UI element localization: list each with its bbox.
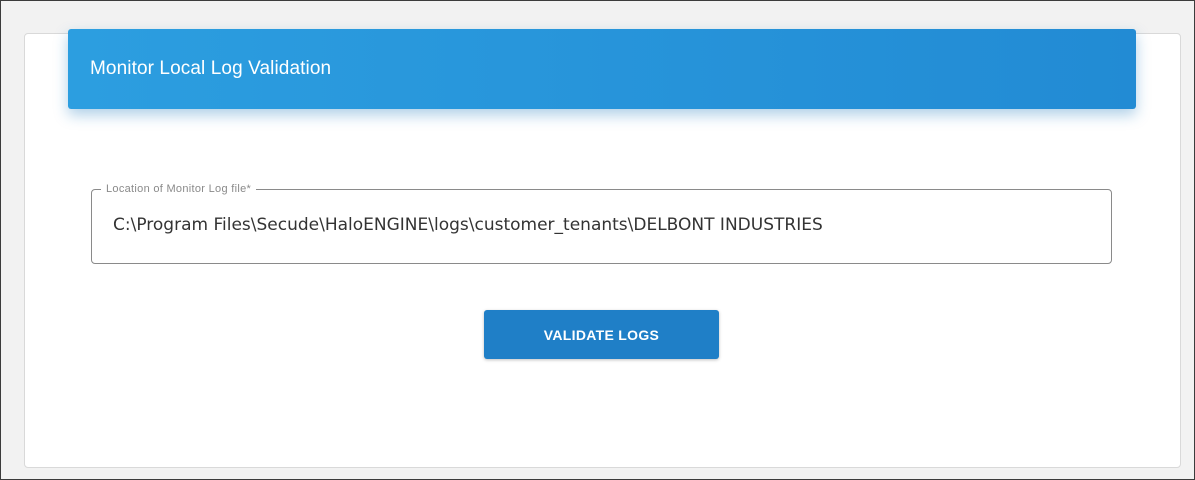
log-location-field[interactable]: Location of Monitor Log file* (91, 182, 1112, 264)
card-header: Monitor Local Log Validation (68, 29, 1136, 109)
validate-logs-button[interactable]: VALIDATE LOGS (484, 310, 719, 359)
log-location-input[interactable] (113, 212, 1093, 238)
card-title: Monitor Local Log Validation (90, 58, 332, 79)
log-location-label: Location of Monitor Log file* (101, 182, 257, 196)
